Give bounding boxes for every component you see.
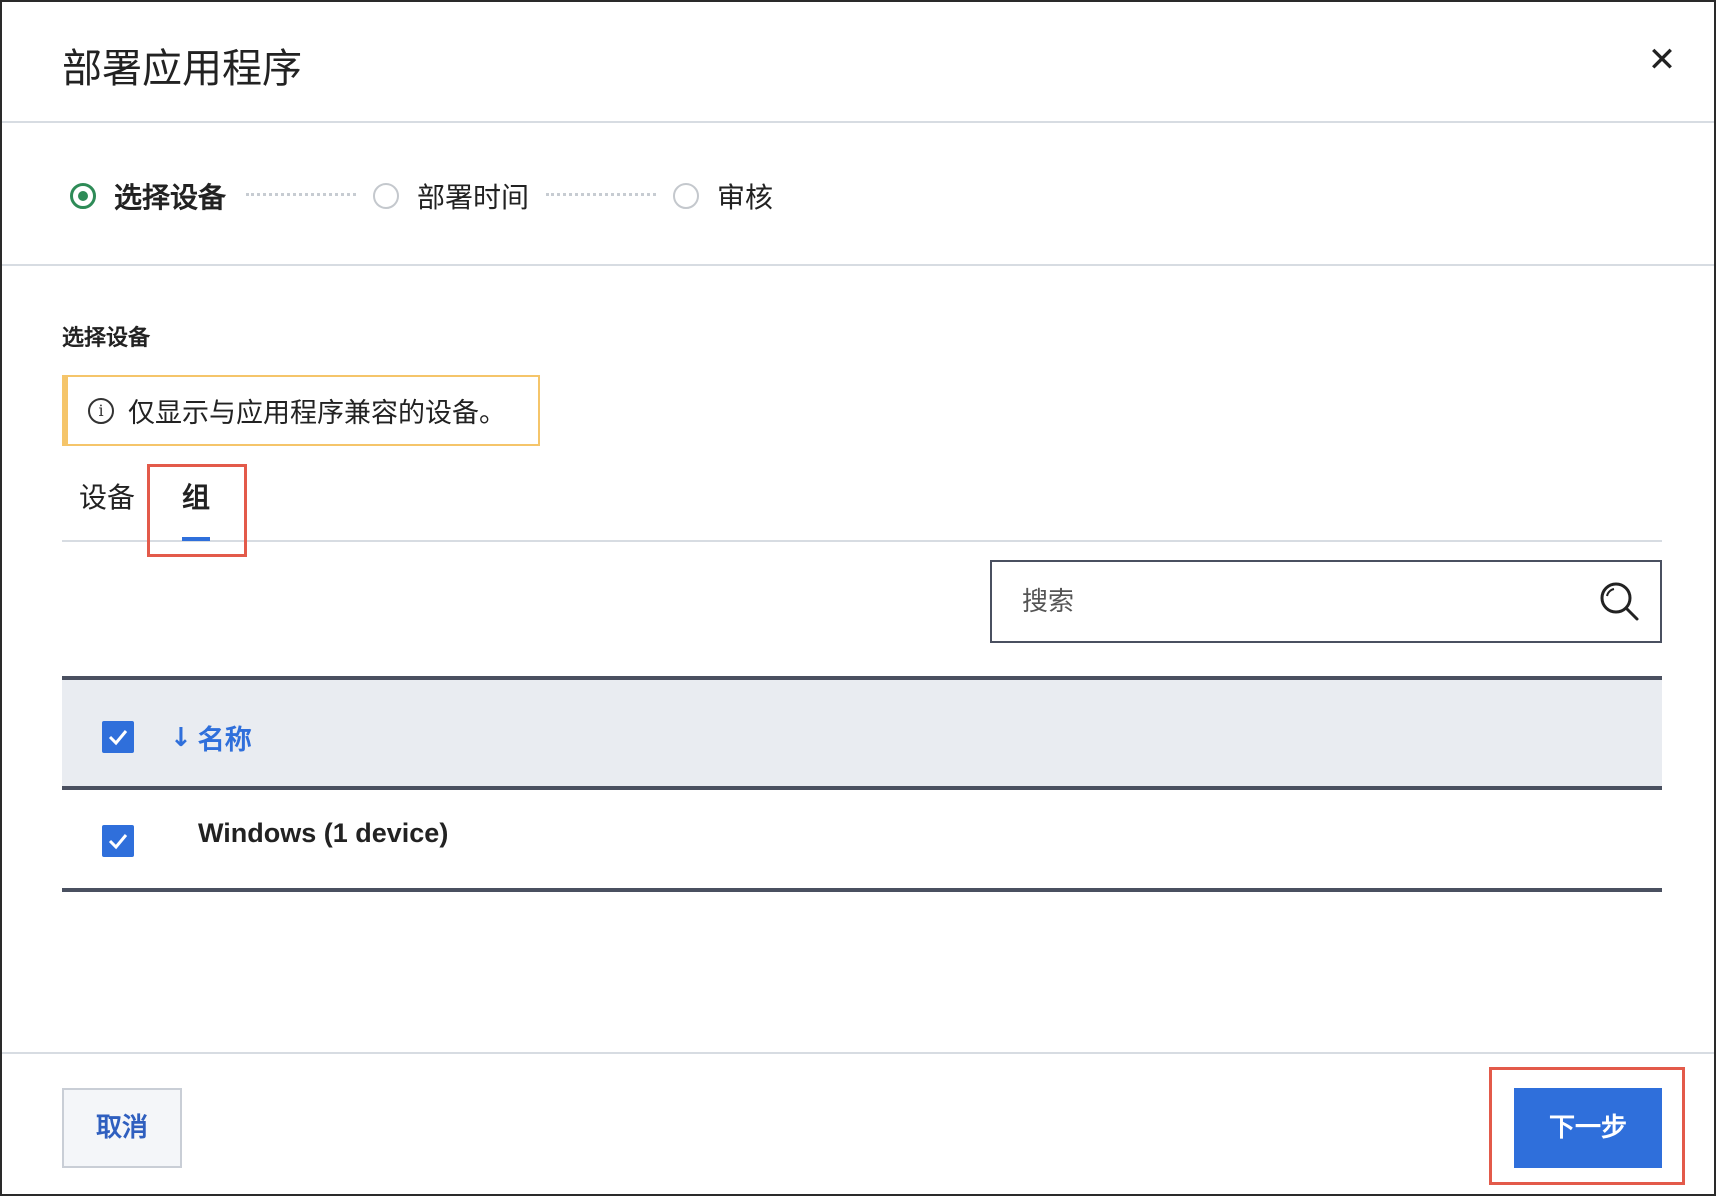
step-label: 选择设备 (114, 181, 227, 214)
step-connector (246, 193, 356, 196)
select-all-checkbox[interactable] (102, 721, 134, 753)
step-pending-dot-icon (373, 183, 399, 209)
groups-table: ↓ 名称 Windows (1 device) (62, 676, 1662, 892)
section-heading: 选择设备 (62, 326, 151, 351)
highlight-box-groups-tab (147, 464, 247, 557)
step-review: 审核 (673, 176, 773, 216)
step-connector (546, 193, 656, 196)
dialog-footer: 取消 下一步 (2, 1052, 1714, 1198)
search-input[interactable] (1022, 562, 1582, 641)
group-name: Windows (1 device) (198, 818, 449, 848)
step-label: 审核 (717, 181, 774, 214)
step-label: 部署时间 (417, 181, 530, 214)
dialog-title: 部署应用程序 (62, 46, 302, 92)
device-group-tabs: 设备 组 (62, 462, 1662, 542)
search-icon[interactable] (1598, 580, 1640, 622)
tab-devices[interactable]: 设备 (79, 476, 135, 516)
highlight-box-next-button (1489, 1067, 1685, 1185)
cancel-button[interactable]: 取消 (62, 1088, 182, 1168)
step-deploy-time: 部署时间 (373, 176, 529, 216)
check-icon (108, 834, 128, 850)
sort-down-arrow-icon: ↓ (170, 722, 192, 753)
step-active-dot-icon (70, 183, 96, 209)
table-header: ↓ 名称 (62, 676, 1662, 790)
search-box (990, 560, 1662, 643)
notice-text: 仅显示与应用程序兼容的设备。 (128, 398, 506, 429)
step-select-devices: 选择设备 (70, 176, 226, 216)
info-icon: i (88, 397, 114, 424)
row-checkbox[interactable] (102, 825, 134, 857)
table-row[interactable]: Windows (1 device) (62, 790, 1662, 892)
stepper: 选择设备 部署时间 审核 (2, 123, 1714, 266)
step-pending-dot-icon (673, 183, 699, 209)
column-header-name: 名称 (197, 725, 252, 756)
check-icon (108, 730, 128, 746)
name-column-sort[interactable]: ↓ 名称 (170, 718, 252, 757)
deploy-app-dialog: 部署应用程序 ✕ 选择设备 部署时间 审核 选择设备 i 仅显示与应用程序兼容的… (0, 0, 1716, 1196)
dialog-header: 部署应用程序 ✕ (2, 2, 1714, 123)
close-icon[interactable]: ✕ (1642, 40, 1682, 80)
compatibility-notice: i 仅显示与应用程序兼容的设备。 (62, 375, 540, 446)
